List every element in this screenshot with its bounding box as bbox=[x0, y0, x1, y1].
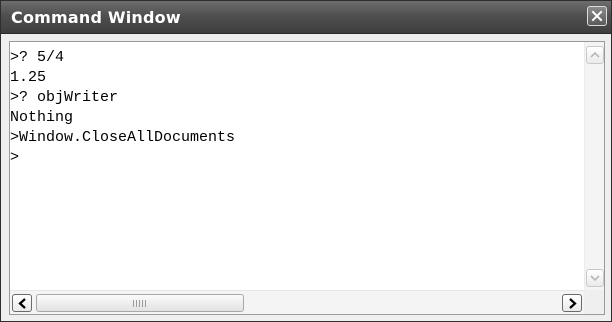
console-output[interactable]: >? 5/4 1.25 >? objWriter Nothing >Window… bbox=[10, 42, 584, 290]
console-prompt-line: > bbox=[10, 149, 20, 166]
horizontal-scrollbar[interactable] bbox=[10, 290, 584, 314]
scroll-right-button[interactable] bbox=[562, 294, 582, 312]
thumb-grip-icon bbox=[133, 300, 147, 307]
command-window: Command Window >? 5/4 1.25 >? objWriter … bbox=[0, 0, 612, 322]
window-title: Command Window bbox=[11, 8, 181, 27]
scroll-left-button[interactable] bbox=[12, 294, 32, 312]
horizontal-scroll-thumb[interactable] bbox=[36, 294, 244, 312]
console-line: >Window.CloseAllDocuments bbox=[10, 129, 236, 146]
title-bar[interactable]: Command Window bbox=[1, 1, 611, 34]
close-icon bbox=[591, 10, 603, 22]
console-panel: >? 5/4 1.25 >? objWriter Nothing >Window… bbox=[9, 41, 605, 315]
console-line: Nothing bbox=[10, 109, 74, 126]
scroll-up-arrow-icon bbox=[590, 51, 600, 58]
scroll-right-arrow-icon bbox=[569, 298, 577, 309]
console-line: >? 5/4 bbox=[10, 49, 65, 66]
scroll-down-button[interactable] bbox=[586, 269, 604, 287]
scroll-down-arrow-icon bbox=[590, 275, 600, 282]
close-button[interactable] bbox=[587, 6, 607, 26]
scroll-left-arrow-icon bbox=[18, 298, 26, 309]
console-line: 1.25 bbox=[10, 69, 47, 86]
vertical-scrollbar[interactable] bbox=[584, 42, 604, 290]
console-line: >? objWriter bbox=[10, 89, 119, 106]
scroll-up-button[interactable] bbox=[586, 46, 604, 64]
scrollbar-corner bbox=[584, 290, 604, 314]
